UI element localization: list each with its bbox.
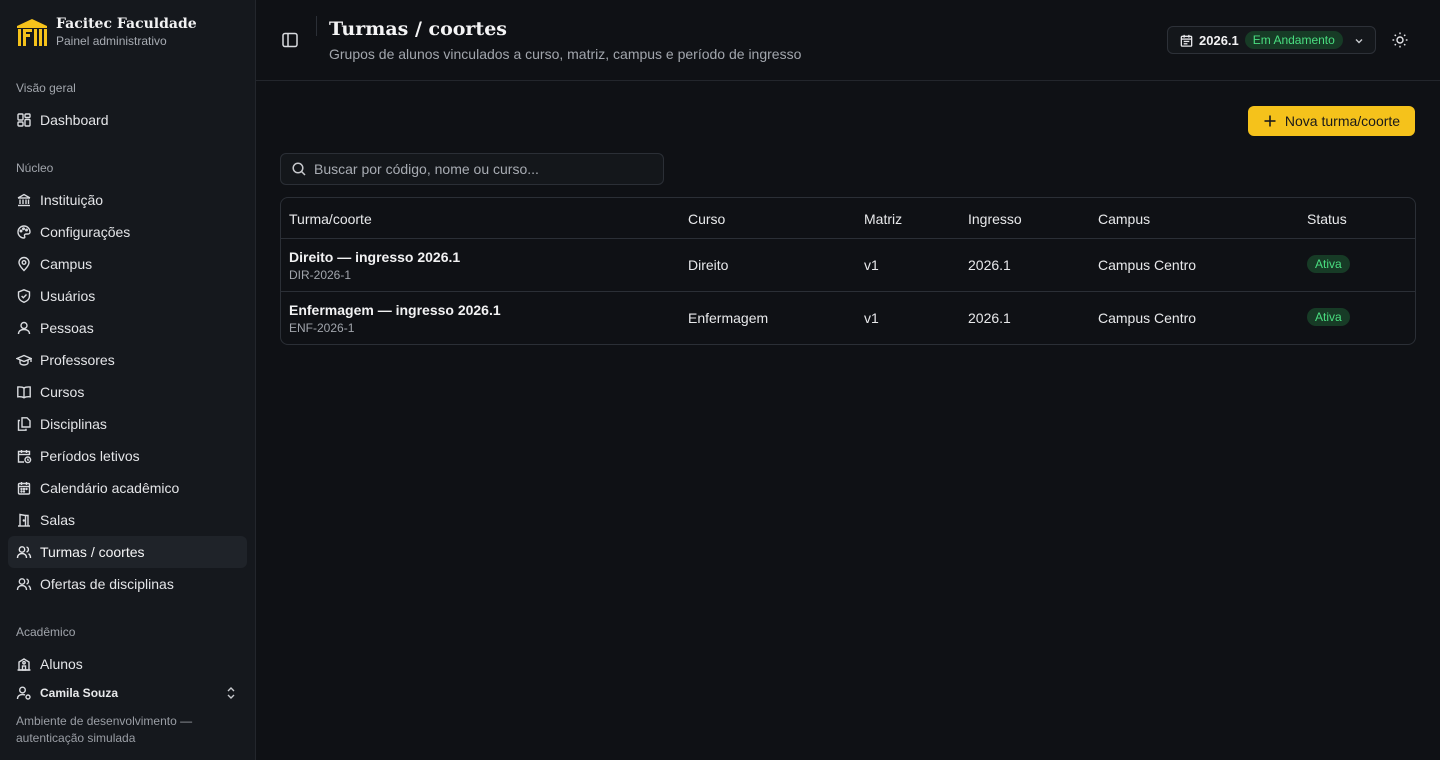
table-row[interactable]: Enfermagem — ingresso 2026.1 ENF-2026-1 …	[281, 291, 1415, 344]
sidebar-item-label: Professores	[40, 352, 115, 368]
calendar-clock-icon	[17, 450, 32, 464]
sidebar-item-label: Calendário acadêmico	[40, 480, 180, 496]
status-badge: Ativa	[1307, 255, 1350, 273]
column-header-turma[interactable]: Turma/coorte	[289, 211, 372, 227]
user-menu[interactable]: Camila Souza	[8, 680, 247, 706]
sidebar-item-campus[interactable]: Campus	[8, 248, 247, 280]
cohorts-table: Turma/coorte Curso Matriz Ingresso Campu…	[280, 197, 1416, 345]
cohort-matrix: v1	[864, 257, 879, 273]
chevron-down-icon	[1355, 39, 1363, 44]
palette-icon	[17, 225, 31, 239]
sidebar-item-professores[interactable]: Professores	[8, 344, 247, 376]
sidebar-item-alunos[interactable]: Alunos	[8, 648, 247, 680]
section-label-overview: Visão geral	[16, 81, 76, 95]
status-badge: Ativa	[1307, 308, 1350, 326]
sidebar-item-cursos[interactable]: Cursos	[8, 376, 247, 408]
shield-icon	[17, 289, 31, 304]
cohort-name: Enfermagem — ingresso 2026.1	[289, 302, 501, 318]
sidebar-item-label: Dashboard	[40, 112, 109, 128]
column-header-ingresso[interactable]: Ingresso	[968, 211, 1022, 227]
book-icon	[17, 386, 31, 399]
sidebar-item-label: Cursos	[40, 384, 85, 400]
sidebar-item-label: Disciplinas	[40, 416, 107, 432]
chevrons-up-down-icon	[227, 687, 235, 699]
brand-title: Facitec Faculdade	[56, 16, 197, 32]
page-title: Turmas / coortes	[329, 18, 507, 40]
sidebar-item-instituicao[interactable]: Instituição	[8, 184, 247, 216]
sidebar-item-label: Pessoas	[40, 320, 94, 336]
section-label-core: Núcleo	[16, 161, 54, 175]
page-header: Turmas / coortes Grupos de alunos vincul…	[256, 0, 1440, 81]
door-icon	[18, 513, 30, 527]
user-icon	[17, 321, 31, 335]
sidebar-item-dashboard[interactable]: Dashboard	[8, 104, 247, 136]
sidebar-item-label: Alunos	[40, 656, 83, 672]
users-icon	[16, 578, 32, 591]
period-year: 2026.1	[1199, 32, 1239, 48]
cohort-entry: 2026.1	[968, 310, 1011, 326]
cohort-name: Direito — ingresso 2026.1	[289, 249, 461, 265]
table-row[interactable]: Direito — ingresso 2026.1 DIR-2026-1 Dir…	[281, 238, 1415, 291]
map-pin-icon	[18, 256, 30, 272]
brand-subtitle: Painel administrativo	[56, 34, 167, 48]
cohort-campus: Campus Centro	[1098, 310, 1197, 326]
header-divider	[316, 16, 317, 36]
sidebar-item-label: Turmas / coortes	[40, 544, 145, 560]
new-cohort-button[interactable]: Nova turma/coorte	[1248, 106, 1415, 136]
files-icon	[17, 417, 31, 431]
calendar-icon	[1180, 34, 1193, 47]
new-cohort-label: Nova turma/coorte	[1284, 113, 1401, 129]
sidebar-item-label: Campus	[40, 256, 93, 272]
sun-icon[interactable]	[1391, 31, 1409, 49]
period-select[interactable]: 2026.1 Em Andamento	[1167, 26, 1376, 54]
sidebar-item-turmas-coortes[interactable]: Turmas / coortes	[8, 536, 247, 568]
sidebar: Facitec Faculdade Painel administrativo …	[0, 0, 256, 760]
sidebar-item-pessoas[interactable]: Pessoas	[8, 312, 247, 344]
sidebar-item-usuarios[interactable]: Usuários	[8, 280, 247, 312]
sidebar-item-label: Configurações	[40, 224, 131, 240]
cohort-code: DIR-2026-1	[289, 268, 352, 282]
sidebar-item-label: Períodos letivos	[40, 448, 140, 464]
calendar-icon	[17, 482, 31, 495]
dashboard-icon	[17, 113, 31, 127]
graduation-cap-icon	[16, 354, 32, 366]
page-subtitle: Grupos de alunos vinculados a curso, mat…	[329, 46, 802, 62]
column-header-campus[interactable]: Campus	[1098, 211, 1150, 227]
search-icon	[292, 162, 306, 176]
sidebar-item-salas[interactable]: Salas	[8, 504, 247, 536]
sidebar-toggle-icon[interactable]	[280, 30, 300, 50]
institution-icon	[17, 193, 31, 207]
users-icon	[16, 546, 32, 559]
sidebar-item-calendario-academico[interactable]: Calendário acadêmico	[8, 472, 247, 504]
sidebar-item-disciplinas[interactable]: Disciplinas	[8, 408, 247, 440]
period-status-badge: Em Andamento	[1244, 31, 1343, 49]
sidebar-item-label: Instituição	[40, 192, 104, 208]
sidebar-item-label: Salas	[40, 512, 76, 528]
cohort-code: ENF-2026-1	[289, 321, 355, 335]
sidebar-item-ofertas-de-disciplinas[interactable]: Ofertas de disciplinas	[8, 568, 247, 600]
sidebar-item-configuracoes[interactable]: Configurações	[8, 216, 247, 248]
environment-note: Ambiente de desenvolvimento — autenticaç…	[16, 714, 193, 745]
cohort-entry: 2026.1	[968, 257, 1011, 273]
brand[interactable]: Facitec Faculdade Painel administrativo	[16, 16, 197, 50]
school-icon	[17, 658, 31, 671]
cohort-course: Enfermagem	[688, 310, 769, 326]
plus-icon	[1264, 115, 1276, 127]
logo-icon	[17, 19, 47, 46]
search-box	[280, 153, 664, 185]
cohort-matrix: v1	[864, 310, 879, 326]
column-header-curso[interactable]: Curso	[688, 211, 725, 227]
user-cog-icon	[16, 686, 31, 700]
section-label-academic: Acadêmico	[16, 625, 76, 639]
column-header-matriz[interactable]: Matriz	[864, 211, 902, 227]
search-input[interactable]	[314, 161, 644, 177]
cohort-course: Direito	[688, 257, 729, 273]
column-header-status[interactable]: Status	[1307, 211, 1347, 227]
user-name: Camila Souza	[40, 686, 119, 700]
sidebar-item-label: Ofertas de disciplinas	[40, 576, 174, 592]
sidebar-item-periodos-letivos[interactable]: Períodos letivos	[8, 440, 247, 472]
cohort-campus: Campus Centro	[1098, 257, 1197, 273]
sidebar-item-label: Usuários	[40, 288, 96, 304]
